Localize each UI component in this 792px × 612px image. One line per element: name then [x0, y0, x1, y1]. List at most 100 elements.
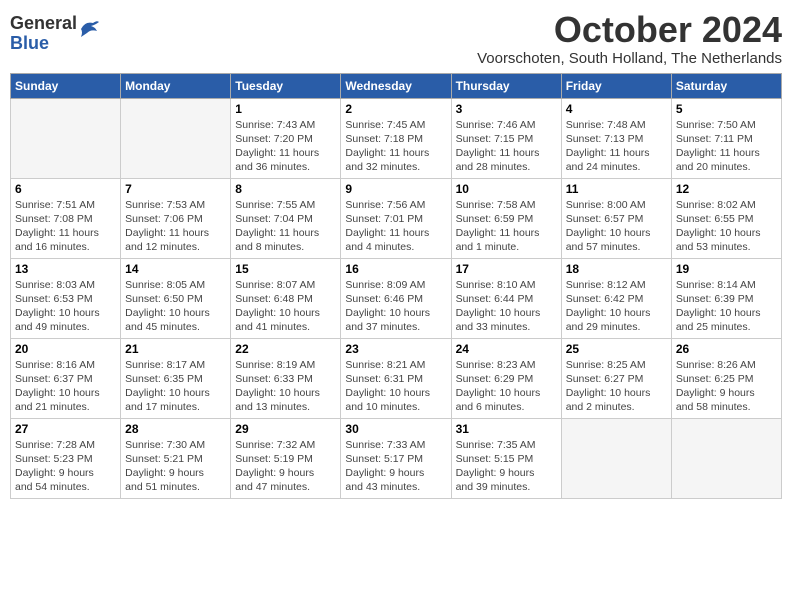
weekday-header-tuesday: Tuesday: [231, 73, 341, 98]
day-detail: Sunrise: 8:05 AM Sunset: 6:50 PM Dayligh…: [125, 278, 226, 335]
day-detail: Sunrise: 7:48 AM Sunset: 7:13 PM Dayligh…: [566, 118, 667, 175]
day-number: 11: [566, 182, 667, 196]
day-number: 9: [345, 182, 446, 196]
calendar-cell: 9 Sunrise: 7:56 AM Sunset: 7:01 PM Daylig…: [341, 178, 451, 258]
calendar-cell: [11, 98, 121, 178]
week-row-2: 6 Sunrise: 7:51 AM Sunset: 7:08 PM Daylig…: [11, 178, 782, 258]
day-number: 25: [566, 342, 667, 356]
day-detail: Sunrise: 7:46 AM Sunset: 7:15 PM Dayligh…: [456, 118, 557, 175]
day-detail: Sunrise: 7:43 AM Sunset: 7:20 PM Dayligh…: [235, 118, 336, 175]
calendar-cell: 27 Sunrise: 7:28 AM Sunset: 5:23 PM Dayli…: [11, 418, 121, 498]
logo-general: General: [10, 13, 77, 33]
day-detail: Sunrise: 7:35 AM Sunset: 5:15 PM Dayligh…: [456, 438, 557, 495]
calendar-cell: 21 Sunrise: 8:17 AM Sunset: 6:35 PM Dayli…: [121, 338, 231, 418]
day-number: 23: [345, 342, 446, 356]
day-number: 20: [15, 342, 116, 356]
logo-bird-icon: [79, 19, 101, 39]
day-detail: Sunrise: 8:02 AM Sunset: 6:55 PM Dayligh…: [676, 198, 777, 255]
weekday-header-row: SundayMondayTuesdayWednesdayThursdayFrid…: [11, 73, 782, 98]
day-number: 1: [235, 102, 336, 116]
day-detail: Sunrise: 8:17 AM Sunset: 6:35 PM Dayligh…: [125, 358, 226, 415]
calendar-cell: 6 Sunrise: 7:51 AM Sunset: 7:08 PM Daylig…: [11, 178, 121, 258]
day-detail: Sunrise: 8:00 AM Sunset: 6:57 PM Dayligh…: [566, 198, 667, 255]
calendar-cell: 15 Sunrise: 8:07 AM Sunset: 6:48 PM Dayli…: [231, 258, 341, 338]
day-number: 26: [676, 342, 777, 356]
calendar-cell: 12 Sunrise: 8:02 AM Sunset: 6:55 PM Dayli…: [671, 178, 781, 258]
day-detail: Sunrise: 8:07 AM Sunset: 6:48 PM Dayligh…: [235, 278, 336, 335]
day-detail: Sunrise: 8:23 AM Sunset: 6:29 PM Dayligh…: [456, 358, 557, 415]
day-detail: Sunrise: 7:51 AM Sunset: 7:08 PM Dayligh…: [15, 198, 116, 255]
day-detail: Sunrise: 7:56 AM Sunset: 7:01 PM Dayligh…: [345, 198, 446, 255]
logo-blue: Blue: [10, 33, 49, 53]
week-row-3: 13Sunrise: 8:03 AM Sunset: 6:53 PM Dayli…: [11, 258, 782, 338]
day-number: 6: [15, 182, 116, 196]
day-number: 21: [125, 342, 226, 356]
day-number: 29: [235, 422, 336, 436]
calendar-cell: [561, 418, 671, 498]
day-number: 7: [125, 182, 226, 196]
calendar-cell: 25Sunrise: 8:25 AM Sunset: 6:27 PM Dayli…: [561, 338, 671, 418]
day-number: 30: [345, 422, 446, 436]
day-number: 13: [15, 262, 116, 276]
day-detail: Sunrise: 7:53 AM Sunset: 7:06 PM Dayligh…: [125, 198, 226, 255]
calendar-cell: 4 Sunrise: 7:48 AM Sunset: 7:13 PM Daylig…: [561, 98, 671, 178]
day-detail: Sunrise: 7:28 AM Sunset: 5:23 PM Dayligh…: [15, 438, 116, 495]
logo: General Blue: [10, 14, 101, 54]
page-header: General Blue October 2024 Voorschoten, S…: [10, 10, 782, 67]
calendar-cell: 2 Sunrise: 7:45 AM Sunset: 7:18 PM Daylig…: [341, 98, 451, 178]
day-detail: Sunrise: 8:10 AM Sunset: 6:44 PM Dayligh…: [456, 278, 557, 335]
calendar-cell: 30 Sunrise: 7:33 AM Sunset: 5:17 PM Dayli…: [341, 418, 451, 498]
calendar-cell: 3 Sunrise: 7:46 AM Sunset: 7:15 PM Daylig…: [451, 98, 561, 178]
calendar-cell: 23 Sunrise: 8:21 AM Sunset: 6:31 PM Dayli…: [341, 338, 451, 418]
day-number: 22: [235, 342, 336, 356]
day-number: 14: [125, 262, 226, 276]
week-row-4: 20Sunrise: 8:16 AM Sunset: 6:37 PM Dayli…: [11, 338, 782, 418]
day-detail: Sunrise: 8:19 AM Sunset: 6:33 PM Dayligh…: [235, 358, 336, 415]
month-title: October 2024: [477, 10, 782, 50]
day-detail: Sunrise: 7:33 AM Sunset: 5:17 PM Dayligh…: [345, 438, 446, 495]
calendar-cell: [671, 418, 781, 498]
week-row-5: 27 Sunrise: 7:28 AM Sunset: 5:23 PM Dayli…: [11, 418, 782, 498]
calendar-cell: 13Sunrise: 8:03 AM Sunset: 6:53 PM Dayli…: [11, 258, 121, 338]
day-detail: Sunrise: 7:45 AM Sunset: 7:18 PM Dayligh…: [345, 118, 446, 175]
day-number: 16: [345, 262, 446, 276]
calendar-cell: 14 Sunrise: 8:05 AM Sunset: 6:50 PM Dayli…: [121, 258, 231, 338]
weekday-header-wednesday: Wednesday: [341, 73, 451, 98]
day-number: 28: [125, 422, 226, 436]
day-detail: Sunrise: 7:32 AM Sunset: 5:19 PM Dayligh…: [235, 438, 336, 495]
calendar-cell: 1 Sunrise: 7:43 AM Sunset: 7:20 PM Daylig…: [231, 98, 341, 178]
calendar-cell: 7 Sunrise: 7:53 AM Sunset: 7:06 PM Daylig…: [121, 178, 231, 258]
calendar-table: SundayMondayTuesdayWednesdayThursdayFrid…: [10, 73, 782, 499]
weekday-header-sunday: Sunday: [11, 73, 121, 98]
day-detail: Sunrise: 8:21 AM Sunset: 6:31 PM Dayligh…: [345, 358, 446, 415]
day-number: 10: [456, 182, 557, 196]
day-number: 3: [456, 102, 557, 116]
day-number: 17: [456, 262, 557, 276]
day-detail: Sunrise: 7:58 AM Sunset: 6:59 PM Dayligh…: [456, 198, 557, 255]
day-number: 15: [235, 262, 336, 276]
calendar-cell: 29 Sunrise: 7:32 AM Sunset: 5:19 PM Dayli…: [231, 418, 341, 498]
day-number: 24: [456, 342, 557, 356]
calendar-cell: 11 Sunrise: 8:00 AM Sunset: 6:57 PM Dayli…: [561, 178, 671, 258]
day-number: 4: [566, 102, 667, 116]
title-block: October 2024 Voorschoten, South Holland,…: [477, 10, 782, 67]
calendar-cell: 17 Sunrise: 8:10 AM Sunset: 6:44 PM Dayli…: [451, 258, 561, 338]
calendar-cell: [121, 98, 231, 178]
calendar-cell: 20Sunrise: 8:16 AM Sunset: 6:37 PM Dayli…: [11, 338, 121, 418]
calendar-cell: 26Sunrise: 8:26 AM Sunset: 6:25 PM Dayli…: [671, 338, 781, 418]
day-number: 12: [676, 182, 777, 196]
day-number: 31: [456, 422, 557, 436]
calendar-cell: 19Sunrise: 8:14 AM Sunset: 6:39 PM Dayli…: [671, 258, 781, 338]
day-detail: Sunrise: 7:55 AM Sunset: 7:04 PM Dayligh…: [235, 198, 336, 255]
calendar-cell: 16Sunrise: 8:09 AM Sunset: 6:46 PM Dayli…: [341, 258, 451, 338]
day-number: 8: [235, 182, 336, 196]
day-number: 2: [345, 102, 446, 116]
weekday-header-saturday: Saturday: [671, 73, 781, 98]
calendar-cell: 22 Sunrise: 8:19 AM Sunset: 6:33 PM Dayli…: [231, 338, 341, 418]
calendar-cell: 18Sunrise: 8:12 AM Sunset: 6:42 PM Dayli…: [561, 258, 671, 338]
calendar-cell: 10 Sunrise: 7:58 AM Sunset: 6:59 PM Dayli…: [451, 178, 561, 258]
weekday-header-thursday: Thursday: [451, 73, 561, 98]
calendar-cell: 8 Sunrise: 7:55 AM Sunset: 7:04 PM Daylig…: [231, 178, 341, 258]
location-title: Voorschoten, South Holland, The Netherla…: [477, 50, 782, 67]
day-number: 27: [15, 422, 116, 436]
